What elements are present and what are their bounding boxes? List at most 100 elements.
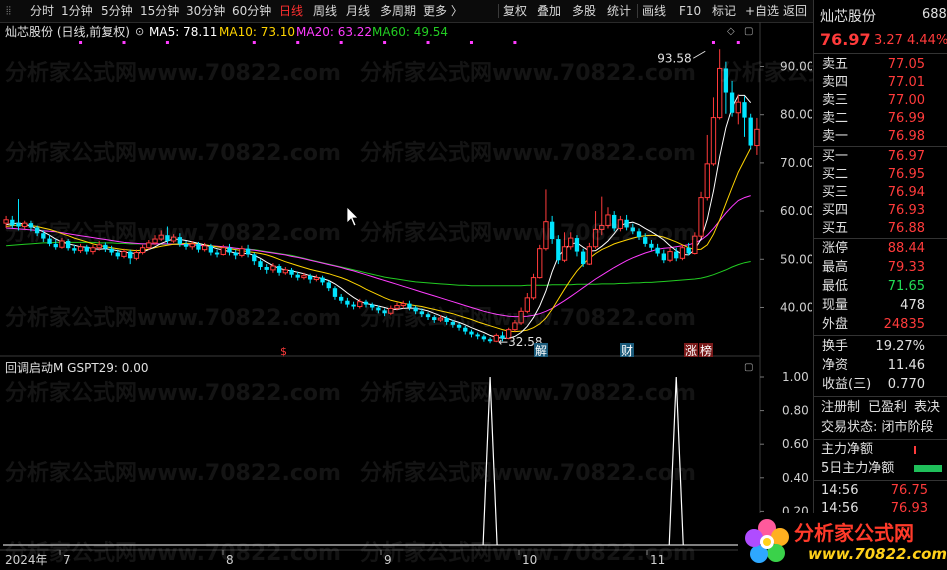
candle-body (612, 214, 617, 229)
diamond-icon[interactable]: ◇ (727, 24, 735, 40)
flower-logo-icon (745, 519, 789, 563)
x-month-label: 10 (522, 553, 537, 567)
tab-60min[interactable]: 60分钟 (232, 3, 271, 19)
draw-line-button[interactable]: 画线 (642, 3, 666, 19)
candle-body (233, 252, 238, 256)
candle-body (437, 317, 444, 321)
kline-chart[interactable]: 90.00 80.00 70.00 60.00 50.00 40.00 1.00 0.80 0.… (0, 22, 812, 570)
indicator-tick-label: 1.00 (782, 370, 809, 384)
row-label: 卖二 (822, 111, 849, 126)
tab-monthly[interactable]: 月线 (346, 3, 370, 19)
x-month-label: 11 (650, 553, 665, 567)
candle-body (450, 321, 456, 325)
candle-body (84, 246, 89, 252)
candle-body (332, 288, 338, 297)
stat-row: 涨停 88.44 (814, 240, 947, 258)
candle-body (289, 269, 294, 275)
ask-level-row: 卖二 76.99 (814, 110, 947, 128)
candle-body (220, 247, 226, 255)
ma5-line (6, 94, 752, 339)
candle-body (704, 163, 710, 199)
candle-body (388, 307, 394, 314)
candle-body (96, 244, 102, 249)
adjust-button[interactable]: 复权 (503, 3, 527, 19)
ask-level-row: 卖一 76.98 (814, 128, 947, 146)
expand-icon[interactable]: ▢ (744, 24, 753, 40)
stat-row: 最低 71.65 (814, 278, 947, 296)
reg-tag: 注册制 (821, 400, 861, 415)
row-value: 77.00 (887, 93, 925, 108)
x-month-label: 7 (63, 553, 71, 567)
tab-1min[interactable]: 1分钟 (61, 3, 93, 19)
f10-button[interactable]: F10 (679, 3, 701, 19)
row-label: 卖五 (822, 57, 849, 72)
row-value: 71.65 (887, 279, 925, 294)
candle-body (605, 214, 611, 227)
overlay-button[interactable]: 叠加 (537, 3, 561, 19)
grip-icon: ⦙⦙ (6, 4, 11, 17)
candle-body (264, 266, 269, 270)
candle-body (649, 243, 654, 248)
mark-button[interactable]: 标记 (712, 3, 736, 19)
kline-svg[interactable]: 90.00 80.00 70.00 60.00 50.00 40.00 1.00 0.80 0.… (0, 22, 812, 570)
main-flow5-row: 5日主力净额 (814, 460, 947, 478)
candle-body (530, 277, 537, 299)
ma60-label: MA60: 49.54 (372, 25, 449, 39)
candle-body (574, 238, 580, 252)
multi-stock-button[interactable]: 多股 (572, 3, 596, 19)
price-tick-label: 70.00 (780, 156, 812, 170)
candle-body (561, 246, 568, 261)
mouse-cursor-icon (346, 206, 359, 227)
bid-level-row: 买四 76.93 (814, 202, 947, 220)
stats-button[interactable]: 统计 (607, 3, 631, 19)
candle-body (754, 128, 760, 147)
settings-toggle-icon[interactable]: ⊙ (135, 24, 144, 40)
tab-more[interactable]: 更多 〉 (423, 3, 463, 19)
divider (814, 396, 947, 397)
tab-daily[interactable]: 日线 (279, 3, 303, 19)
tab-timeshare[interactable]: 分时 (30, 3, 54, 19)
bid-level-row: 买一 76.97 (814, 148, 947, 166)
candle-body (295, 274, 300, 278)
indicator-title: 回调启动M GSPT29: 0.00 (5, 361, 149, 375)
ask-level-row: 卖五 77.05 (814, 56, 947, 74)
candle-body (28, 223, 34, 228)
row-value: 77.01 (887, 75, 925, 90)
tab-30min[interactable]: 30分钟 (186, 3, 225, 19)
tab-5min[interactable]: 5分钟 (101, 3, 133, 19)
candle-body (357, 301, 363, 308)
high-arrow (693, 50, 706, 59)
event-tag-zhang: 涨 (685, 343, 697, 358)
divider (814, 238, 947, 239)
toolbar-divider (498, 4, 499, 18)
candle-body (667, 251, 673, 261)
tab-multi-period[interactable]: 多周期 (380, 3, 416, 19)
candle-body (617, 219, 624, 229)
main-flow-bar (914, 446, 916, 454)
candle-body (400, 303, 406, 307)
candle-body (444, 318, 449, 322)
tick-price: 76.75 (890, 483, 928, 498)
profit-tag: 已盈利 (868, 400, 908, 415)
logo-title: 分析家公式网 (794, 521, 914, 545)
s-marker: $ (280, 345, 287, 358)
indicator-expand-icon[interactable]: ▢ (744, 360, 753, 376)
signal-dot (165, 41, 169, 44)
main-flow-row: 主力净额 (814, 441, 947, 459)
candle-body (270, 265, 276, 271)
candle-body (158, 234, 164, 240)
tab-15min[interactable]: 15分钟 (140, 3, 179, 19)
row-value: 0.770 (887, 377, 925, 392)
price-tick-label: 40.00 (780, 300, 812, 314)
add-watchlist-button[interactable]: +自选 (745, 3, 779, 19)
row-value: 76.94 (887, 185, 925, 200)
back-button[interactable]: 返回 (783, 3, 807, 19)
row-label: 买一 (822, 149, 849, 164)
candle-body (313, 277, 320, 281)
price-tick-label: 90.00 (780, 60, 812, 74)
tab-weekly[interactable]: 周线 (313, 3, 337, 19)
candle-body (201, 245, 208, 251)
candle-body (463, 327, 468, 332)
logo-url: www.70822.com (808, 545, 947, 563)
candle-body (121, 251, 127, 257)
